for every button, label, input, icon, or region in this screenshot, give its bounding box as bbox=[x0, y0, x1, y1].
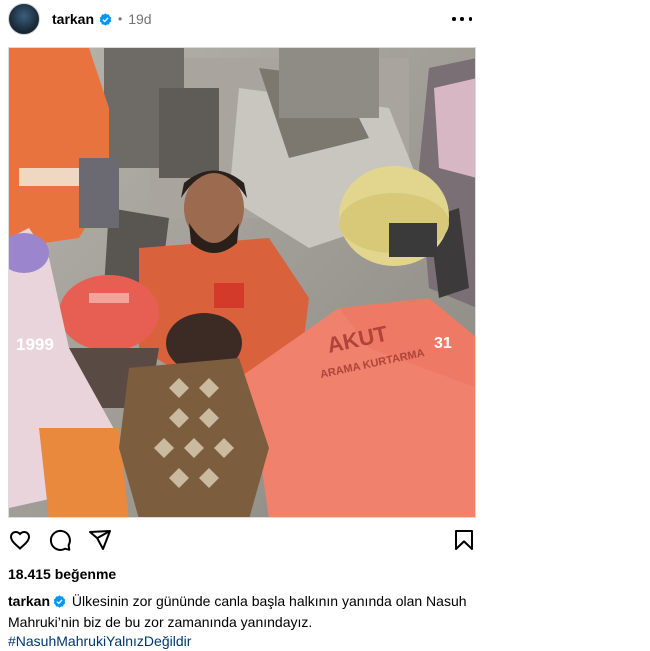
more-options-icon[interactable] bbox=[452, 12, 472, 26]
post-actions bbox=[8, 528, 476, 554]
rescue-photo: AKUT 31 ARAMA KURTARMA 1999 bbox=[9, 48, 475, 517]
verified-badge-icon bbox=[53, 594, 66, 613]
post-image[interactable]: AKUT 31 ARAMA KURTARMA 1999 bbox=[8, 47, 476, 518]
heart-icon[interactable] bbox=[8, 528, 32, 557]
post-header: tarkan • 19d bbox=[8, 0, 478, 38]
like-count[interactable]: 18.415 beğenme bbox=[8, 566, 116, 582]
bookmark-icon[interactable] bbox=[452, 528, 476, 557]
caption-username[interactable]: tarkan bbox=[8, 593, 50, 609]
username[interactable]: tarkan bbox=[52, 11, 94, 27]
jacket-number: 31 bbox=[434, 335, 452, 352]
post-time[interactable]: 19d bbox=[128, 11, 151, 27]
year-overlay: 1999 bbox=[16, 335, 54, 354]
verified-badge-icon bbox=[99, 12, 112, 26]
avatar[interactable] bbox=[8, 3, 40, 35]
comment-icon[interactable] bbox=[48, 528, 72, 557]
caption: tarkan Ülkesinin zor gününde canla başla… bbox=[8, 592, 478, 651]
caption-text: Ülkesinin zor gününde canla başla halkın… bbox=[8, 593, 467, 630]
share-icon[interactable] bbox=[88, 528, 112, 557]
separator-dot: • bbox=[118, 12, 123, 26]
